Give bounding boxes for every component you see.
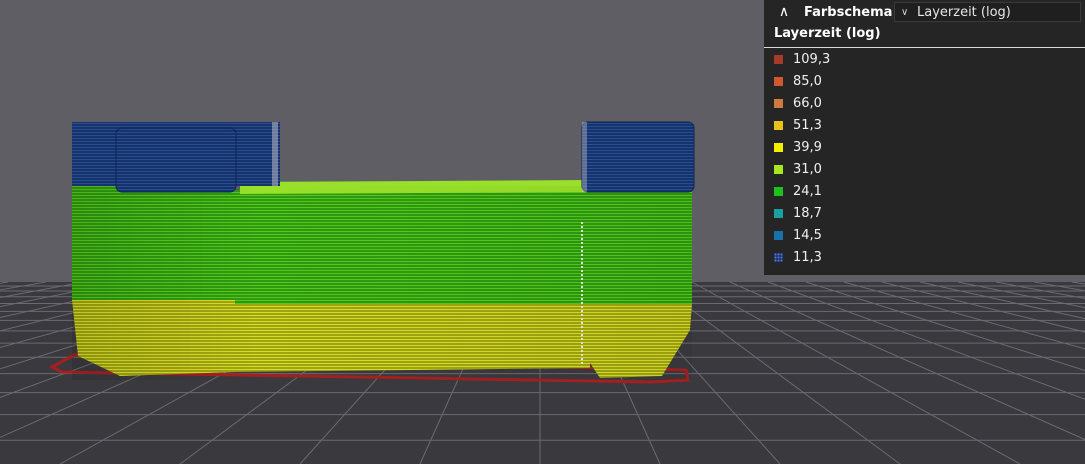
legend-swatch: [774, 164, 783, 174]
legend-value: 66,0: [793, 95, 822, 111]
legend-swatch: [774, 98, 783, 108]
legend-value: 18,7: [793, 205, 822, 221]
legend-swatch: [774, 120, 783, 130]
legend-swatch: [774, 54, 783, 64]
legend-title: Layerzeit (log): [774, 26, 881, 41]
legend-value: 24,1: [793, 183, 822, 199]
legend-value: 31,0: [793, 161, 822, 177]
legend-item: 11,3: [764, 246, 1085, 268]
legend-item: 66,0: [764, 92, 1085, 114]
legend-item: 51,3: [764, 114, 1085, 136]
legend-item: 109,3: [764, 48, 1085, 70]
legend-value: 14,5: [793, 227, 822, 243]
legend-value: 51,3: [793, 117, 822, 133]
legend-swatch: [774, 76, 783, 86]
legend-item: 24,1: [764, 180, 1085, 202]
legend-swatch: [774, 230, 783, 240]
legend-value: 11,3: [793, 249, 822, 265]
legend-swatch: [774, 208, 783, 218]
model-left-cap: [72, 122, 280, 193]
legend-swatch: [774, 252, 783, 262]
legend-value: 109,3: [793, 51, 831, 67]
color-scheme-label: Farbschema: [804, 4, 893, 20]
color-scheme-select[interactable]: ∨ Layerzeit (log): [894, 2, 1081, 22]
legend-swatch: [774, 142, 783, 152]
legend-item: 31,0: [764, 158, 1085, 180]
model-right-cap: [581, 121, 695, 193]
legend-value: 85,0: [793, 73, 822, 89]
color-scheme-select-value: Layerzeit (log): [917, 4, 1011, 20]
legend-list: 109,3 85,0 66,0 51,3 39,9 31,0 24,1 18,7…: [764, 48, 1085, 268]
chevron-up-double-icon[interactable]: ∧: [774, 2, 794, 22]
legend-item: 39,9: [764, 136, 1085, 158]
legend-item: 85,0: [764, 70, 1085, 92]
legend-item: 18,7: [764, 202, 1085, 224]
legend-swatch: [774, 186, 783, 196]
color-scheme-panel: ∧ Farbschema ∨ Layerzeit (log) Layerzeit…: [764, 0, 1085, 275]
legend-item: 14,5: [764, 224, 1085, 246]
legend-value: 39,9: [793, 139, 822, 155]
chevron-down-icon: ∨: [901, 6, 909, 18]
